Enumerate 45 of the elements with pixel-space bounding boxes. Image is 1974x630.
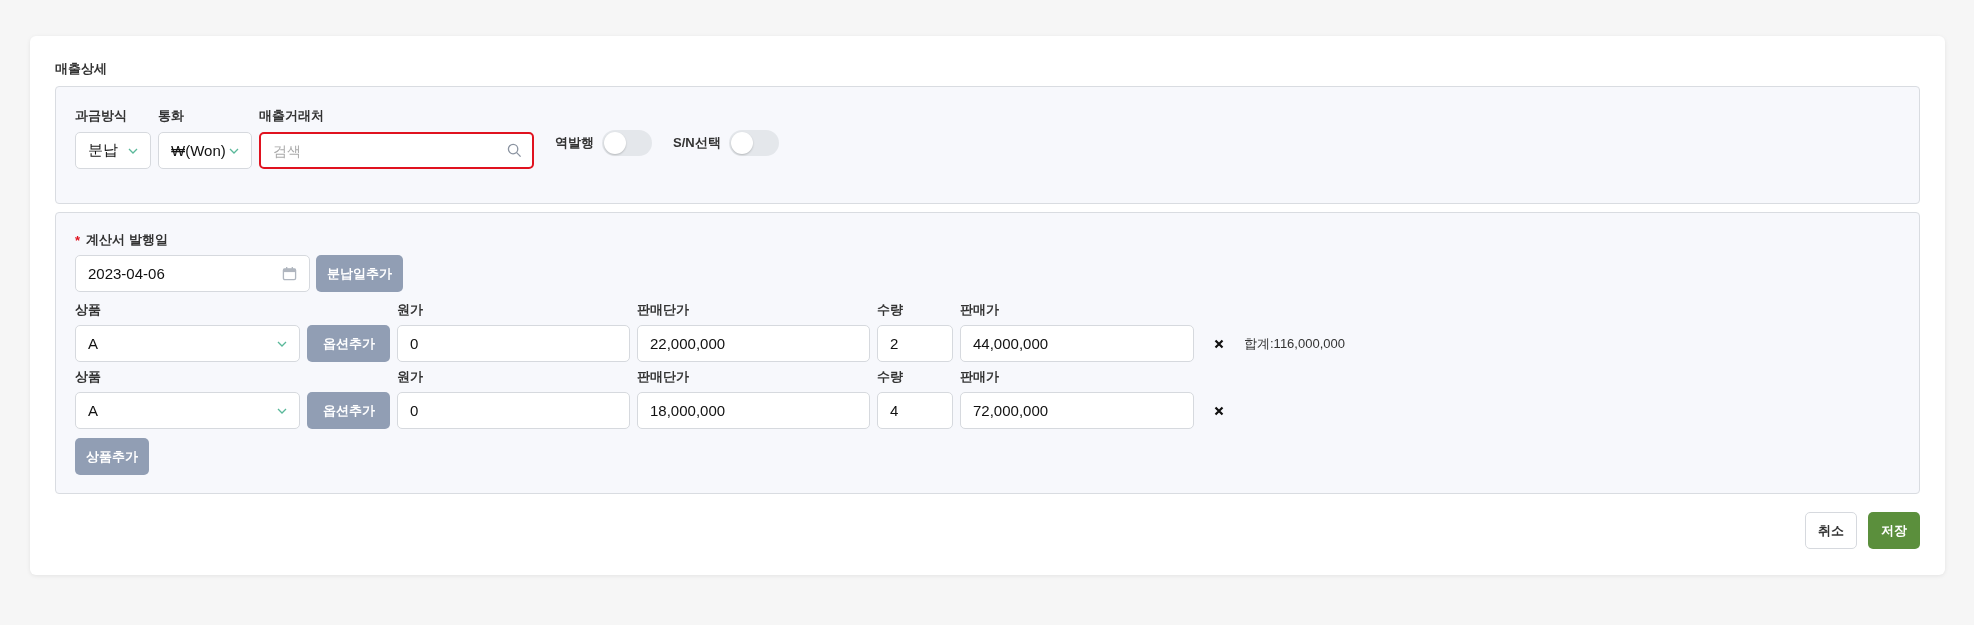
- section-title: 매출상세: [55, 60, 108, 78]
- search-icon: [507, 143, 522, 158]
- toggle-switch[interactable]: [728, 130, 779, 156]
- billing-method-select[interactable]: 분납: [75, 132, 151, 169]
- sale-price-field[interactable]: 44,000,000: [960, 325, 1194, 362]
- sale-price-field[interactable]: 72,000,000: [960, 392, 1194, 429]
- toggle-label: S/N선택: [673, 134, 721, 152]
- caret-icon: [229, 147, 239, 154]
- field-label: 상품: [75, 368, 102, 386]
- currency-select[interactable]: ₩(Won): [158, 132, 252, 169]
- field-label: 수량: [877, 368, 904, 386]
- cancel-button[interactable]: 취소: [1805, 512, 1857, 549]
- quantity-field[interactable]: 2: [877, 325, 953, 362]
- field-label: 매출거래처: [259, 107, 325, 125]
- customer-search-field[interactable]: 검색: [259, 132, 534, 169]
- product-select[interactable]: A: [75, 325, 300, 362]
- quantity-field[interactable]: 4: [877, 392, 953, 429]
- toggle-switch[interactable]: [602, 130, 652, 156]
- field-label: 계산서 발행일: [86, 231, 168, 249]
- toggle-label: 역발행: [555, 134, 594, 152]
- field-label: 판매가: [960, 301, 1000, 319]
- field-label: 판매단가: [637, 368, 690, 386]
- required-mark: *: [75, 232, 81, 248]
- caret-icon: [128, 147, 138, 154]
- field-label: 과금방식: [75, 107, 128, 125]
- field-label: 상품: [75, 301, 102, 319]
- caret-icon: [277, 407, 287, 414]
- field-label: 수량: [877, 301, 904, 319]
- caret-icon: [277, 340, 287, 347]
- date-field[interactable]: 2023-04-06: [75, 255, 310, 292]
- field-label: 통화: [158, 107, 185, 125]
- save-button[interactable]: 저장: [1868, 512, 1920, 549]
- field-label: 판매단가: [637, 301, 690, 319]
- product-select[interactable]: A: [75, 392, 300, 429]
- unit-price-field[interactable]: 18,000,000: [637, 392, 870, 429]
- cost-field[interactable]: 0: [397, 392, 630, 429]
- close-icon[interactable]: [1214, 338, 1224, 349]
- field-label: 원가: [397, 301, 424, 319]
- calendar-icon: [282, 266, 297, 281]
- cost-field[interactable]: 0: [397, 325, 630, 362]
- close-icon[interactable]: [1214, 405, 1224, 416]
- field-label: 원가: [397, 368, 424, 386]
- total-text: 합계:116,000,000: [1244, 334, 1346, 353]
- unit-price-field[interactable]: 22,000,000: [637, 325, 870, 362]
- field-label: 판매가: [960, 368, 1000, 386]
